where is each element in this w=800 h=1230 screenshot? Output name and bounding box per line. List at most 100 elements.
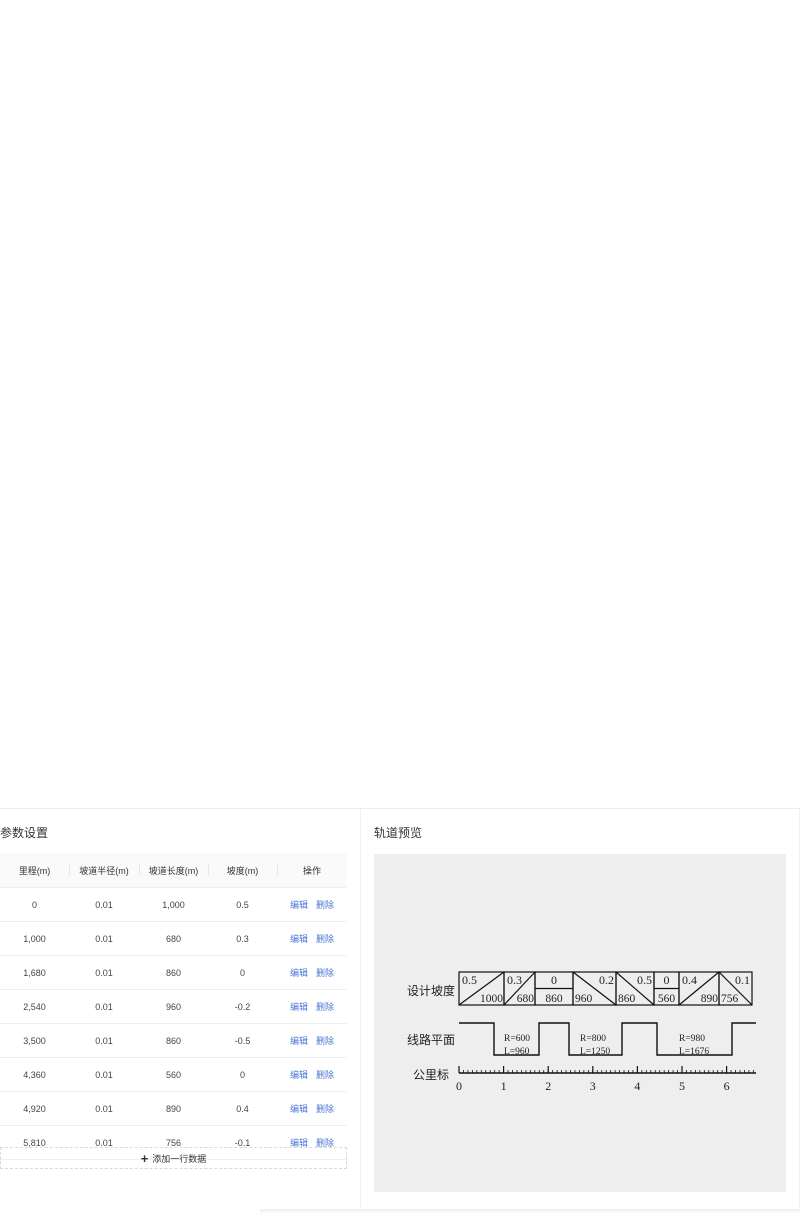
cell-grade: -0.5	[208, 1023, 277, 1058]
cell-radius: 0.01	[69, 921, 139, 956]
cell-radius: 0.01	[69, 887, 139, 922]
cell-grade: 0.4	[208, 1091, 277, 1126]
line-plan: R=600 L=960 R=800 L=1250 R=980 L=1676	[459, 1022, 756, 1057]
cell-mileage: 0	[0, 887, 69, 922]
cell-length: 680	[139, 921, 208, 956]
km-tick-label: 5	[679, 1079, 685, 1093]
slope-length-label: 860	[618, 993, 636, 1005]
km-tick-label: 2	[545, 1079, 551, 1093]
km-tick-label: 0	[456, 1079, 462, 1093]
cell-actions: 编辑 删除	[277, 1057, 347, 1092]
plus-icon: +	[140, 1150, 149, 1166]
cell-length: 890	[139, 1091, 208, 1126]
cell-actions: 编辑 删除	[277, 955, 347, 990]
slope-grade-label: 0.2	[599, 973, 614, 987]
track-diagram: 设计坡度 线路平面 公里标 0.510000.368008600.29600.5…	[407, 971, 756, 1093]
table-row: 1,000 0.01 680 0.3 编辑 删除	[0, 921, 347, 956]
cell-mileage: 1,680	[0, 955, 69, 990]
cell-actions: 编辑 删除	[277, 921, 347, 956]
edit-link[interactable]: 编辑	[290, 1070, 308, 1080]
cell-grade: 0.3	[208, 921, 277, 956]
cell-grade: 0	[208, 1057, 277, 1092]
cell-actions: 编辑 删除	[277, 1091, 347, 1126]
preview-title: 轨道预览	[374, 826, 423, 840]
cell-radius: 0.01	[69, 1023, 139, 1058]
slope-length-label: 1000	[480, 993, 503, 1005]
table-row: 4,920 0.01 890 0.4 编辑 删除	[0, 1091, 347, 1126]
delete-link[interactable]: 删除	[316, 934, 334, 944]
slope-grade-label: 0.5	[462, 973, 477, 987]
delete-link[interactable]: 删除	[316, 968, 334, 978]
slope-grade-label: 0	[664, 973, 670, 987]
col-header-mileage: 里程(m)	[0, 853, 69, 888]
cell-actions: 编辑 删除	[277, 989, 347, 1024]
cell-mileage: 3,500	[0, 1023, 69, 1058]
edit-link[interactable]: 编辑	[290, 968, 308, 978]
add-row-button[interactable]: + 添加一行数据	[0, 1147, 347, 1169]
km-tick-label: 6	[724, 1079, 730, 1093]
cell-mileage: 4,920	[0, 1091, 69, 1126]
km-tick-label: 4	[634, 1079, 640, 1093]
km-scale: 0 1 2 3 4 5 6	[456, 1066, 756, 1093]
delete-link[interactable]: 删除	[316, 1104, 334, 1114]
cell-mileage: 2,540	[0, 989, 69, 1024]
cell-grade: 0.5	[208, 887, 277, 922]
slope-length-label: 756	[721, 993, 739, 1005]
km-tick-label: 1	[501, 1079, 507, 1093]
cell-length: 560	[139, 1057, 208, 1092]
edit-link[interactable]: 编辑	[290, 1104, 308, 1114]
slope-grade-label: 0.4	[682, 973, 697, 987]
curve-length-label: L=1250	[580, 1047, 610, 1057]
col-header-radius: 坡道半径(m)	[69, 853, 139, 888]
delete-link[interactable]: 删除	[316, 1070, 334, 1080]
cell-radius: 0.01	[69, 955, 139, 990]
curve-radius-label: R=600	[504, 1034, 530, 1044]
slope-row-label: 设计坡度	[407, 983, 455, 998]
slope-length-label: 960	[575, 993, 593, 1005]
slope-length-label: 560	[658, 993, 676, 1005]
cell-actions: 编辑 删除	[277, 1023, 347, 1058]
plan-row-label: 线路平面	[407, 1032, 455, 1047]
edit-link[interactable]: 编辑	[290, 900, 308, 910]
slope-grade-label: 0	[551, 973, 557, 987]
curve-radius-label: R=800	[580, 1034, 606, 1044]
cell-length: 860	[139, 955, 208, 990]
col-header-grade: 坡度(m)	[208, 853, 277, 888]
edit-link[interactable]: 编辑	[290, 1002, 308, 1012]
slope-length-label: 860	[545, 993, 563, 1005]
table-row: 0 0.01 1,000 0.5 编辑 删除	[0, 887, 347, 922]
km-row-label: 公里标	[413, 1068, 449, 1082]
curve-radius-label: R=980	[679, 1034, 705, 1044]
table-row: 2,540 0.01 960 -0.2 编辑 删除	[0, 989, 347, 1024]
curve-length-label: L=960	[504, 1047, 530, 1057]
slope-length-label: 680	[517, 993, 535, 1005]
table-row: 3,500 0.01 860 -0.5 编辑 删除	[0, 1023, 347, 1058]
table-header-row: 里程(m) 坡道半径(m) 坡道长度(m) 坡度(m) 操作	[0, 853, 347, 888]
cell-radius: 0.01	[69, 989, 139, 1024]
col-header-actions: 操作	[277, 853, 347, 888]
preview-panel: 轨道预览 设计坡度 线路平面 公里标 0.5 1000 0.3 680 0 860 0.2 9…	[361, 808, 800, 1209]
slope-grade-label: 0.3	[507, 973, 522, 987]
delete-link[interactable]: 删除	[316, 1036, 334, 1046]
cell-mileage: 1,000	[0, 921, 69, 956]
slope-grade-label: 0.1	[735, 973, 750, 987]
track-preview-canvas: 设计坡度 线路平面 公里标 0.5 1000 0.3 680 0 860 0.2 960 0.5…	[374, 854, 786, 1192]
cell-actions: 编辑 删除	[277, 887, 347, 922]
delete-link[interactable]: 删除	[316, 900, 334, 910]
edit-link[interactable]: 编辑	[290, 1036, 308, 1046]
params-table: 里程(m) 坡道半径(m) 坡道长度(m) 坡度(m) 操作 0 0.01 1,00…	[0, 853, 347, 1160]
cell-length: 860	[139, 1023, 208, 1058]
cell-length: 960	[139, 989, 208, 1024]
delete-link[interactable]: 删除	[316, 1002, 334, 1012]
add-row-label: 添加一行数据	[152, 1153, 207, 1164]
km-tick-label: 3	[590, 1079, 596, 1093]
table-body: 0 0.01 1,000 0.5 编辑 删除 1,000 0.01 680 0.3 编辑 删除 1,68…	[0, 887, 347, 1160]
table-row: 1,680 0.01 860 0 编辑 删除	[0, 955, 347, 990]
edit-link[interactable]: 编辑	[290, 934, 308, 944]
slope-length-label: 890	[701, 993, 719, 1005]
col-header-length: 坡道长度(m)	[139, 853, 208, 888]
cell-grade: -0.2	[208, 989, 277, 1024]
params-panel: 参数设置 里程(m) 坡道半径(m) 坡道长度(m) 坡度(m) 操作 0 0.0…	[0, 808, 361, 1209]
params-title: 参数设置	[0, 826, 49, 840]
curve-length-label: L=1676	[679, 1047, 709, 1057]
